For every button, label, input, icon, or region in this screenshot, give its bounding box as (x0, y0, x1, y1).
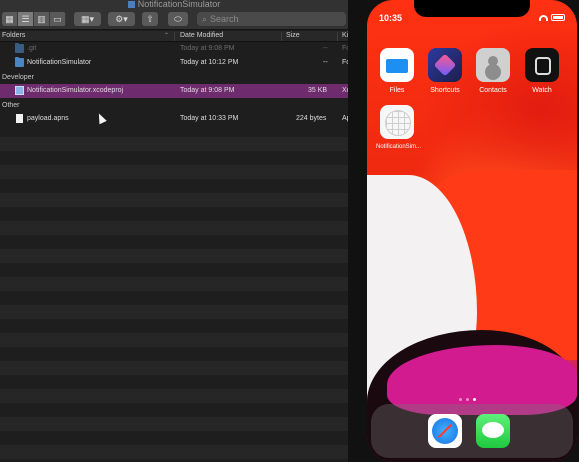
app-files[interactable]: Files (379, 48, 415, 94)
xcode-project-icon (15, 86, 24, 95)
group-label: Other (2, 102, 20, 109)
column-name-header[interactable]: Folders (2, 32, 25, 39)
wifi-icon (539, 14, 548, 21)
app-label: NotificationSim... (376, 144, 422, 150)
status-icons (539, 14, 565, 21)
contacts-icon (476, 48, 510, 82)
file-size: 224 bytes (296, 115, 327, 122)
page-indicator[interactable] (459, 398, 476, 401)
simulator-window: 10:35 Files Shortcuts Contacts Watch Not… (348, 0, 579, 462)
app-shortcuts[interactable]: Shortcuts (427, 48, 463, 94)
app-watch[interactable]: Watch (524, 48, 560, 94)
search-input[interactable] (210, 14, 331, 24)
dock (371, 404, 573, 458)
tag-button[interactable]: ⬭ (168, 12, 188, 26)
app-contacts[interactable]: Contacts (475, 48, 511, 94)
document-icon (16, 114, 23, 123)
folder-icon (15, 43, 24, 53)
app-label: Shortcuts (430, 87, 460, 94)
search-icon: ⌕ (202, 13, 208, 24)
column-date-header[interactable]: Date Modified (180, 32, 223, 39)
view-mode-control: ▦ ☰ ▥ ▭ (2, 12, 66, 26)
iphone-screen: 10:35 Files Shortcuts Contacts Watch Not… (367, 0, 577, 462)
files-icon (380, 48, 414, 82)
file-name: NotificationSimulator (27, 59, 92, 66)
app-notificationsimulator[interactable]: NotificationSim... (376, 105, 422, 150)
empty-list-area (0, 123, 348, 462)
icon-view-button[interactable]: ▦ (2, 12, 18, 26)
app-label: Contacts (479, 87, 507, 94)
file-size: -- (323, 45, 328, 52)
messages-icon (476, 414, 510, 448)
group-header: Other (0, 98, 348, 112)
group-label: Developer (2, 74, 34, 81)
file-name: .git (27, 45, 37, 52)
window-title-bar: NotificationSimulator (0, 0, 348, 9)
list-view-button[interactable]: ☰ (18, 12, 34, 26)
folder-icon (127, 1, 135, 8)
shortcuts-icon (428, 48, 462, 82)
notch (414, 0, 530, 17)
file-date: Today at 9:08 PM (180, 45, 235, 52)
file-size: -- (323, 59, 328, 66)
dock-messages[interactable] (475, 414, 511, 448)
file-list: .git Today at 9:08 PM -- Fo Notification… (0, 42, 348, 126)
sort-chevron-icon: ⌃ (164, 33, 170, 39)
list-item[interactable]: NotificationSimulator.xcodeproj Today at… (0, 84, 348, 98)
file-name: payload.apns (27, 115, 69, 122)
group-header: Developer (0, 70, 348, 84)
group-by-button[interactable]: ▦▾ (74, 12, 101, 26)
file-date: Today at 10:12 PM (180, 59, 239, 66)
battery-icon (551, 14, 565, 21)
file-date: Today at 9:08 PM (180, 87, 235, 94)
search-field[interactable]: ⌕ (197, 12, 346, 26)
app-label: Watch (532, 87, 552, 94)
column-view-button[interactable]: ▥ (34, 12, 50, 26)
column-header: Folders ⌃ Date Modified Size Ki (0, 31, 348, 42)
watch-icon (525, 48, 559, 82)
gallery-view-button[interactable]: ▭ (50, 12, 66, 26)
file-size: 35 KB (308, 87, 328, 94)
status-time: 10:35 (379, 13, 403, 23)
action-gear-button[interactable]: ⚙▾ (108, 12, 135, 26)
list-item[interactable]: .git Today at 9:08 PM -- Fo (0, 42, 348, 56)
column-size-header[interactable]: Size (286, 32, 300, 39)
notification-simulator-icon (380, 105, 414, 139)
app-label: Files (389, 87, 405, 94)
dock-safari[interactable] (427, 414, 463, 448)
file-date: Today at 10:33 PM (180, 115, 239, 122)
finder-window: NotificationSimulator ▦ ☰ ▥ ▭ ▦▾ ⚙▾ ⇧ ⬭ … (0, 0, 348, 462)
window-title: NotificationSimulator (137, 0, 221, 9)
safari-icon (428, 414, 462, 448)
file-name: NotificationSimulator.xcodeproj (27, 87, 124, 94)
share-button[interactable]: ⇧ (142, 12, 158, 26)
list-item[interactable]: NotificationSimulator Today at 10:12 PM … (0, 56, 348, 70)
folder-icon (15, 57, 24, 67)
